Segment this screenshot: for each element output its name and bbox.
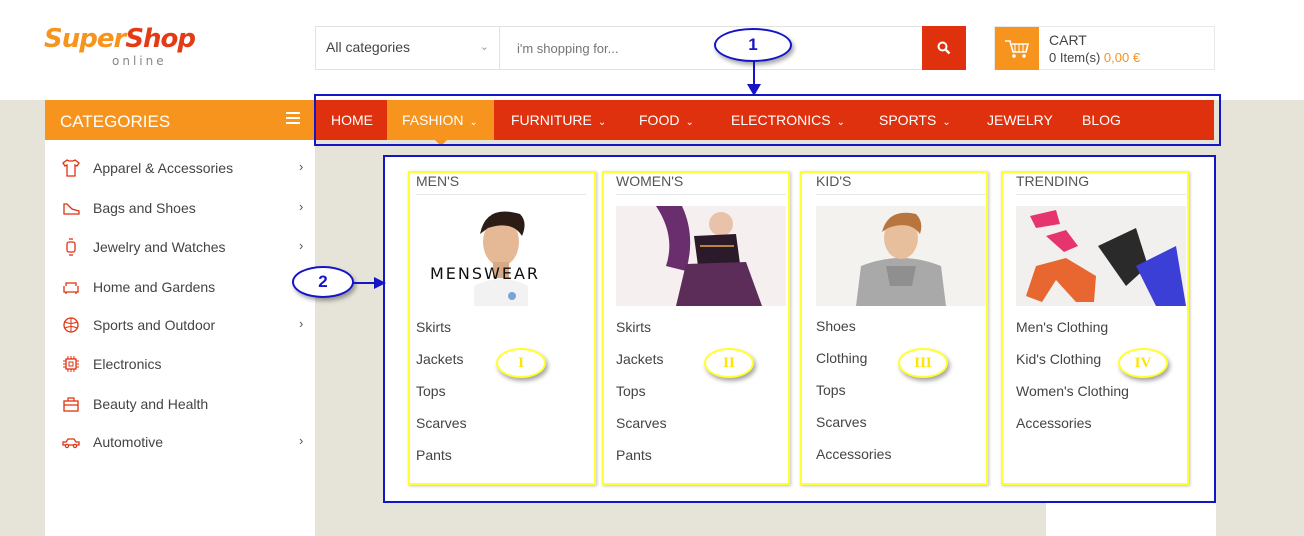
watch-icon <box>66 238 76 256</box>
shoe-icon <box>63 203 80 215</box>
annotation-box-column-3 <box>800 171 988 485</box>
site-logo[interactable]: SuperShop online <box>44 24 196 70</box>
column-marker-1: I <box>496 348 546 378</box>
chip-icon <box>63 356 79 372</box>
sidebar-item-label: Apparel & Accessories <box>93 160 234 176</box>
search-bar: All categories ⌄ <box>315 26 966 70</box>
column-marker-3: III <box>898 348 948 378</box>
categories-list: Apparel & Accessories › Bags and Shoes ›… <box>45 140 315 536</box>
annotation-box-column-4 <box>1001 171 1189 485</box>
annotation-box-column-1 <box>408 171 596 485</box>
annotation-arrow-down-icon <box>747 60 761 96</box>
column-marker-2: II <box>704 348 754 378</box>
sidebar-item-apparel[interactable]: Apparel & Accessories › <box>45 155 315 181</box>
tshirt-icon <box>62 159 80 177</box>
sidebar-item-bags-shoes[interactable]: Bags and Shoes › <box>45 195 315 221</box>
sidebar-item-label: Beauty and Health <box>93 396 209 412</box>
sidebar-item-automotive[interactable]: Automotive › <box>45 429 315 455</box>
sidebar-item-sports[interactable]: Sports and Outdoor › <box>45 312 315 338</box>
sofa-icon <box>63 282 79 294</box>
annotation-callout-1: 1 <box>714 28 792 62</box>
sidebar-item-label: Electronics <box>93 356 162 372</box>
cart-label: CART <box>1049 32 1087 48</box>
sidebar-item-label: Jewelry and Watches <box>93 239 226 255</box>
sidebar-item-home-gardens[interactable]: Home and Gardens <box>45 274 315 300</box>
cart-icon <box>995 27 1039 70</box>
annotation-box-nav <box>314 94 1221 146</box>
sidebar-item-jewelry[interactable]: Jewelry and Watches › <box>45 234 315 260</box>
car-icon <box>62 438 80 449</box>
annotation-callout-2: 2 <box>292 266 354 298</box>
cart-widget[interactable]: CART 0 Item(s) 0,00 € <box>994 26 1215 70</box>
content-panel <box>1046 500 1216 536</box>
sidebar-item-label: Bags and Shoes <box>93 200 196 216</box>
sidebar-item-beauty[interactable]: Beauty and Health <box>45 391 315 417</box>
chevron-right-icon: › <box>299 316 304 331</box>
logo-subtitle: online <box>112 54 167 68</box>
category-select-value: All categories <box>326 39 411 55</box>
ball-icon <box>63 317 79 333</box>
search-button[interactable] <box>922 26 966 70</box>
categories-title: CATEGORIES <box>60 112 171 131</box>
hamburger-icon[interactable] <box>286 112 300 127</box>
annotation-box-column-2 <box>602 171 790 485</box>
bag-icon <box>63 397 79 412</box>
sidebar-item-label: Automotive <box>93 434 164 450</box>
chevron-down-icon: ⌄ <box>479 41 489 53</box>
column-marker-4: IV <box>1118 348 1168 378</box>
chevron-right-icon: › <box>299 199 304 214</box>
annotation-arrow-right-icon <box>352 277 386 289</box>
sidebar-item-label: Home and Gardens <box>93 279 216 295</box>
cart-summary: 0 Item(s) 0,00 € <box>1049 50 1141 65</box>
sidebar-item-label: Sports and Outdoor <box>93 317 216 333</box>
search-input[interactable] <box>501 27 921 69</box>
search-icon <box>937 41 951 55</box>
logo-wordmark: SuperShop <box>44 24 196 54</box>
chevron-right-icon: › <box>299 433 304 448</box>
chevron-right-icon: › <box>299 159 304 174</box>
cart-total: 0,00 € <box>1103 50 1141 65</box>
category-select[interactable]: All categories ⌄ <box>316 27 500 69</box>
chevron-right-icon: › <box>299 238 304 253</box>
sidebar-item-electronics[interactable]: Electronics <box>45 351 315 377</box>
categories-header[interactable]: CATEGORIES <box>45 100 315 140</box>
